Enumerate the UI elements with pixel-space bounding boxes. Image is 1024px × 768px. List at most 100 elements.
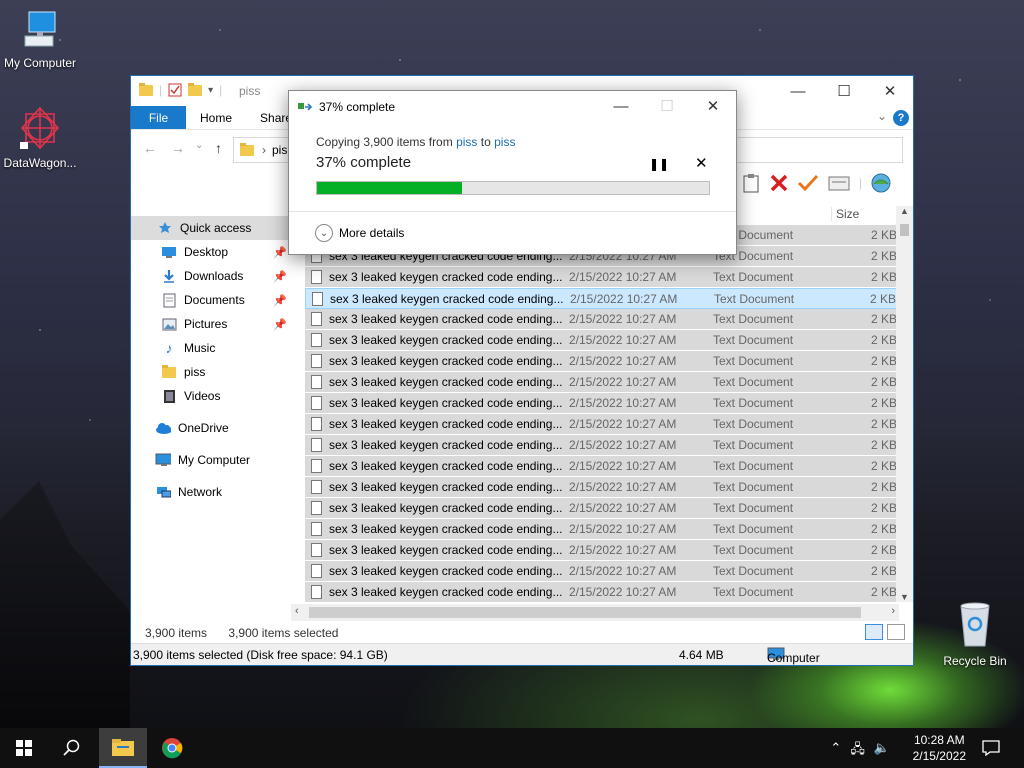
- taskbar-chrome[interactable]: [148, 728, 196, 768]
- scroll-right-icon[interactable]: ›: [891, 605, 895, 617]
- computer-icon: [0, 10, 80, 53]
- desktop-icon-recycle-bin[interactable]: Recycle Bin: [935, 600, 1015, 668]
- pin-icon[interactable]: 📌: [273, 294, 287, 307]
- text-file-icon: [311, 543, 322, 557]
- file-name: sex 3 leaked keygen cracked code ending.…: [329, 333, 563, 347]
- sidebar-item-desktop[interactable]: Desktop 📌: [131, 240, 303, 264]
- sidebar-item-piss[interactable]: piss: [131, 360, 303, 384]
- details-view-icon[interactable]: [865, 624, 883, 640]
- file-type: Text Document: [713, 417, 794, 431]
- table-row[interactable]: sex 3 leaked keygen cracked code ending.…: [305, 351, 899, 372]
- customize-chevron-icon[interactable]: ▾: [208, 85, 213, 96]
- search-button[interactable]: [48, 728, 96, 768]
- maximize-button[interactable]: ☐: [821, 76, 867, 106]
- source-folder-link[interactable]: piss: [456, 135, 477, 149]
- tab-home[interactable]: Home: [186, 106, 246, 129]
- sidebar-item-network[interactable]: Network: [131, 480, 303, 504]
- chevron-up-icon[interactable]: ⌃: [830, 740, 841, 762]
- delete-x-icon[interactable]: [769, 173, 789, 193]
- status-size: 4.64 MB: [679, 648, 724, 662]
- dialog-minimize-button[interactable]: —: [598, 91, 644, 121]
- table-row[interactable]: sex 3 leaked keygen cracked code ending.…: [305, 498, 899, 519]
- text-file-icon: [311, 459, 322, 473]
- new-folder-icon[interactable]: [188, 82, 203, 96]
- large-icons-view-icon[interactable]: [887, 624, 905, 640]
- table-row[interactable]: sex 3 leaked keygen cracked code ending.…: [305, 456, 899, 477]
- volume-icon[interactable]: 🔈: [874, 740, 890, 762]
- more-details-toggle[interactable]: ⌄ More details: [315, 224, 404, 242]
- text-file-icon: [311, 375, 322, 389]
- notification-button[interactable]: [968, 728, 1014, 768]
- table-row[interactable]: sex 3 leaked keygen cracked code ending.…: [305, 435, 899, 456]
- pin-icon[interactable]: 📌: [273, 270, 287, 283]
- minimize-button[interactable]: —: [775, 76, 821, 106]
- recent-chevron-icon[interactable]: ⌄: [195, 140, 203, 151]
- file-size: 2 KB: [870, 501, 897, 515]
- recycle-bin-icon: [935, 600, 1015, 651]
- table-row[interactable]: sex 3 leaked keygen cracked code ending.…: [305, 540, 899, 561]
- sidebar-item-downloads[interactable]: Downloads 📌: [131, 264, 303, 288]
- scroll-thumb[interactable]: [309, 607, 861, 618]
- table-row[interactable]: sex 3 leaked keygen cracked code ending.…: [305, 519, 899, 540]
- table-row[interactable]: sex 3 leaked keygen cracked code ending.…: [305, 372, 899, 393]
- sidebar-item-my-computer[interactable]: My Computer: [131, 448, 303, 472]
- text-file-icon: [311, 417, 322, 431]
- checkmark-icon[interactable]: [797, 173, 819, 193]
- desktop-icon-datawagon[interactable]: DataWagon...: [0, 106, 80, 170]
- tab-file[interactable]: File: [131, 106, 186, 129]
- sidebar-item-videos[interactable]: Videos: [131, 384, 303, 408]
- horizontal-scrollbar[interactable]: ‹ ›: [291, 604, 899, 621]
- table-row[interactable]: sex 3 leaked keygen cracked code ending.…: [305, 582, 899, 603]
- dialog-maximize-button: ☐: [660, 98, 674, 115]
- file-list: Size Text Document 2 KB sex 3 leaked key…: [305, 204, 899, 604]
- back-arrow-icon[interactable]: ←: [143, 140, 157, 156]
- file-name: sex 3 leaked keygen cracked code ending.…: [329, 438, 563, 452]
- table-row[interactable]: sex 3 leaked keygen cracked code ending.…: [305, 561, 899, 582]
- sidebar-item-documents[interactable]: Documents 📌: [131, 288, 303, 312]
- properties-icon[interactable]: [168, 83, 182, 97]
- column-header-size[interactable]: Size: [831, 207, 859, 221]
- start-button[interactable]: [0, 728, 48, 768]
- close-button[interactable]: ✕: [867, 76, 913, 106]
- vertical-scrollbar[interactable]: ▲ ▼: [896, 206, 913, 602]
- table-row[interactable]: sex 3 leaked keygen cracked code ending.…: [305, 414, 899, 435]
- scroll-thumb[interactable]: [900, 224, 909, 236]
- file-size: 2 KB: [870, 354, 897, 368]
- desktop-icon-my-computer[interactable]: My Computer: [0, 10, 80, 70]
- help-icon[interactable]: ?: [893, 110, 909, 126]
- file-date: 2/15/2022 10:27 AM: [569, 312, 677, 326]
- network-icon[interactable]: 🖧: [850, 740, 865, 762]
- sidebar-item-onedrive[interactable]: OneDrive: [131, 416, 303, 440]
- destination-folder-link[interactable]: piss: [494, 135, 515, 149]
- file-date: 2/15/2022 10:27 AM: [569, 480, 677, 494]
- dialog-close-button[interactable]: ✕: [690, 91, 736, 121]
- pin-icon[interactable]: 📌: [273, 246, 287, 259]
- sidebar-item-pictures[interactable]: Pictures 📌: [131, 312, 303, 336]
- card-icon[interactable]: [827, 173, 851, 193]
- file-name: sex 3 leaked keygen cracked code ending.…: [329, 396, 563, 410]
- scroll-left-icon[interactable]: ‹: [295, 605, 299, 617]
- globe-icon[interactable]: [870, 172, 892, 194]
- table-row[interactable]: sex 3 leaked keygen cracked code ending.…: [305, 288, 899, 309]
- sidebar-item-music[interactable]: ♪ Music: [131, 336, 303, 360]
- ribbon-collapse-icon[interactable]: ⌄: [877, 109, 887, 123]
- table-row[interactable]: sex 3 leaked keygen cracked code ending.…: [305, 309, 899, 330]
- clock[interactable]: 10:28 AM 2/15/2022: [913, 732, 966, 764]
- table-row[interactable]: sex 3 leaked keygen cracked code ending.…: [305, 267, 899, 288]
- clipboard-icon[interactable]: [741, 173, 761, 193]
- table-row[interactable]: sex 3 leaked keygen cracked code ending.…: [305, 330, 899, 351]
- scroll-up-icon[interactable]: ▲: [900, 206, 909, 216]
- forward-arrow-icon[interactable]: →: [171, 140, 185, 156]
- pin-icon[interactable]: 📌: [273, 318, 287, 331]
- up-arrow-icon[interactable]: ↑: [215, 140, 222, 156]
- table-row[interactable]: sex 3 leaked keygen cracked code ending.…: [305, 477, 899, 498]
- sidebar-item-quick-access[interactable]: Quick access: [131, 216, 303, 240]
- text-file-icon: [311, 585, 322, 599]
- pause-button[interactable]: ❚❚: [649, 157, 669, 171]
- text-file-icon: [311, 396, 322, 410]
- cancel-button[interactable]: ✕: [695, 154, 708, 172]
- table-row[interactable]: sex 3 leaked keygen cracked code ending.…: [305, 393, 899, 414]
- taskbar-file-explorer[interactable]: [99, 728, 147, 768]
- scroll-down-icon[interactable]: ▼: [900, 592, 909, 602]
- dialog-titlebar[interactable]: 37% complete — ☐ ✕: [289, 91, 736, 121]
